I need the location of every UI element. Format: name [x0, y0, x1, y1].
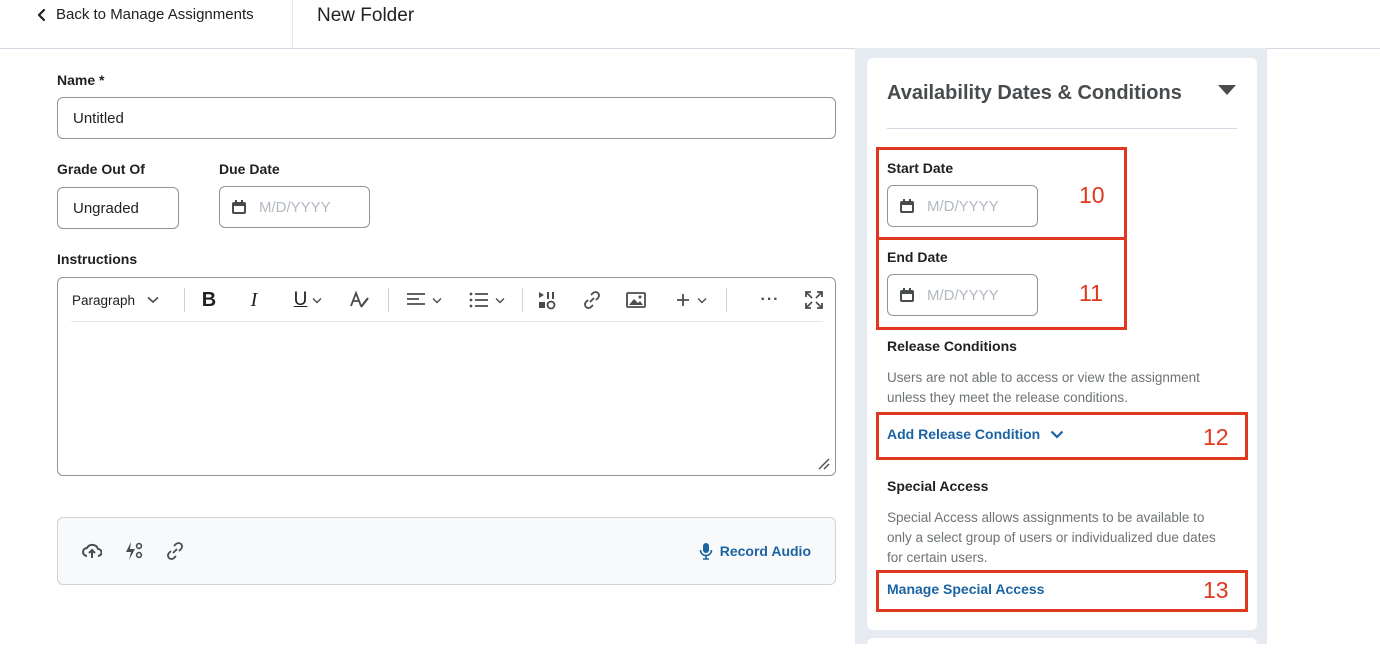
- insert-stuff-button[interactable]: [535, 288, 559, 312]
- add-release-condition-label: Add Release Condition: [887, 426, 1041, 442]
- name-input-value: Untitled: [73, 109, 124, 127]
- paragraph-label: Paragraph: [72, 292, 136, 308]
- instructions-editor[interactable]: Paragraph B I U ···: [57, 277, 836, 476]
- chevron-down-icon: [495, 297, 505, 303]
- annotation-number-13: 13: [1203, 577, 1229, 603]
- quicklink-icon[interactable]: [123, 541, 143, 561]
- annotation-number-10: 10: [1079, 182, 1105, 208]
- release-desc-line: Users are not able to access or view the…: [887, 370, 1200, 385]
- underline-button[interactable]: U: [287, 288, 329, 312]
- due-date-placeholder: M/D/YYYY: [259, 198, 331, 216]
- more-icon: ···: [760, 291, 780, 308]
- availability-divider: [887, 128, 1237, 129]
- italic-icon: I: [250, 288, 258, 311]
- annotation-number-11: 11: [1079, 280, 1103, 306]
- text-style-icon: [350, 290, 369, 308]
- list-dropdown[interactable]: [466, 288, 508, 312]
- chevron-left-icon: [37, 8, 46, 21]
- image-icon: [626, 292, 646, 308]
- manage-special-access-link[interactable]: Manage Special Access: [887, 581, 1044, 597]
- grade-out-of-label: Grade Out Of: [57, 161, 145, 177]
- availability-title: Availability Dates & Conditions: [887, 82, 1182, 104]
- end-date-input[interactable]: M/D/YYYY: [887, 274, 1038, 316]
- text-style-button[interactable]: [348, 288, 372, 312]
- collapse-caret-icon[interactable]: [1217, 84, 1237, 96]
- attachments-bar: Record Audio: [57, 517, 836, 585]
- fullscreen-button[interactable]: [802, 288, 826, 312]
- link-icon[interactable]: [165, 541, 185, 561]
- toolbar-separator: [184, 288, 185, 312]
- start-date-placeholder: M/D/YYYY: [927, 197, 999, 215]
- record-audio-button[interactable]: Record Audio: [699, 542, 811, 560]
- editor-toolbar: Paragraph B I U ···: [58, 278, 835, 322]
- add-release-condition-button[interactable]: Add Release Condition: [887, 426, 1064, 442]
- grade-input-value: Ungraded: [73, 199, 139, 217]
- align-dropdown[interactable]: [403, 288, 445, 312]
- underline-icon: U: [293, 289, 308, 310]
- back-to-manage-assignments-link[interactable]: Back to Manage Assignments: [36, 6, 254, 23]
- next-card: [867, 638, 1257, 658]
- special-desc-line: only a select group of users or individu…: [887, 530, 1216, 545]
- calendar-icon: [900, 288, 914, 302]
- insert-media-icon: [539, 292, 556, 310]
- microphone-icon: [699, 543, 713, 560]
- italic-button[interactable]: I: [242, 288, 266, 312]
- manage-special-access-label: Manage Special Access: [887, 581, 1045, 597]
- special-desc-line: Special Access allows assignments to be …: [887, 510, 1205, 525]
- insert-more-dropdown[interactable]: [670, 288, 712, 312]
- link-icon: [584, 291, 600, 309]
- back-link-label: Back to Manage Assignments: [56, 6, 254, 23]
- name-input[interactable]: Untitled: [57, 97, 836, 139]
- more-actions-button[interactable]: ···: [757, 288, 783, 312]
- record-audio-label: Record Audio: [719, 543, 811, 559]
- chevron-down-icon: [1050, 430, 1064, 439]
- chevron-down-icon: [147, 296, 159, 304]
- instructions-label: Instructions: [57, 251, 138, 267]
- insert-image-button[interactable]: [624, 288, 648, 312]
- chevron-down-icon: [312, 297, 322, 303]
- header-divider: [292, 0, 293, 48]
- paragraph-format-dropdown[interactable]: Paragraph: [72, 288, 170, 312]
- bulleted-list-icon: [469, 292, 488, 308]
- chevron-down-icon: [432, 297, 442, 303]
- bold-icon: B: [201, 288, 217, 311]
- calendar-icon: [232, 200, 246, 214]
- name-label: Name *: [57, 72, 105, 88]
- upload-icon[interactable]: [82, 541, 102, 561]
- special-access-description: Special Access allows assignments to be …: [887, 508, 1216, 568]
- bold-button[interactable]: B: [197, 288, 221, 312]
- toolbar-separator: [522, 288, 523, 312]
- annotation-number-12: 12: [1203, 424, 1229, 450]
- start-date-label: Start Date: [887, 160, 954, 176]
- start-date-input[interactable]: M/D/YYYY: [887, 185, 1038, 227]
- toolbar-separator: [726, 288, 727, 312]
- special-access-title: Special Access: [887, 478, 989, 494]
- release-conditions-title: Release Conditions: [887, 338, 1017, 354]
- plus-icon: [677, 294, 689, 306]
- end-date-placeholder: M/D/YYYY: [927, 286, 999, 304]
- insert-link-button[interactable]: [580, 288, 604, 312]
- release-desc-line: unless they meet the release conditions.: [887, 390, 1128, 405]
- due-date-input[interactable]: M/D/YYYY: [219, 186, 370, 228]
- toolbar-separator: [388, 288, 389, 312]
- align-left-icon: [407, 293, 425, 305]
- resize-handle-icon[interactable]: [816, 456, 830, 470]
- top-bar: Back to Manage Assignments New Folder: [0, 0, 1380, 49]
- calendar-icon: [900, 199, 914, 213]
- release-conditions-description: Users are not able to access or view the…: [887, 368, 1200, 408]
- toolbar-divider: [71, 321, 823, 322]
- due-date-label: Due Date: [219, 161, 280, 177]
- grade-out-of-input[interactable]: Ungraded: [57, 187, 179, 229]
- end-date-label: End Date: [887, 249, 948, 265]
- page-title: New Folder: [317, 5, 415, 26]
- fullscreen-icon: [805, 291, 823, 309]
- special-desc-line: for certain users.: [887, 550, 988, 565]
- chevron-down-icon: [697, 297, 707, 303]
